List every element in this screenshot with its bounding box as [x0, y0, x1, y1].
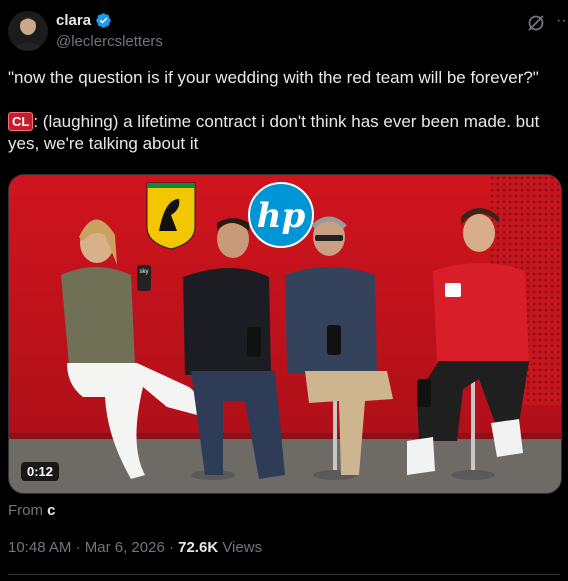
- avatar[interactable]: [8, 11, 48, 51]
- more-options-icon[interactable]: ···: [556, 11, 568, 31]
- tweet-date[interactable]: Mar 6, 2026: [85, 539, 165, 556]
- tweet-answer: : (laughing) a lifetime contract i don't…: [8, 112, 545, 153]
- meta-separator-2: ·: [168, 539, 174, 556]
- source-prefix: From: [8, 502, 43, 519]
- tweet-time[interactable]: 10:48 AM: [8, 539, 71, 556]
- video-frame: hp sky: [9, 175, 561, 493]
- hp-logo-text: hp: [257, 196, 306, 236]
- meta-separator-1: ·: [75, 539, 81, 556]
- author-name[interactable]: clara: [56, 12, 91, 29]
- verified-badge-icon: [96, 13, 111, 28]
- tweet-question: "now the question is if your wedding wit…: [8, 68, 539, 87]
- views-count[interactable]: 72.6K: [178, 539, 218, 556]
- mic-flag-text: sky: [140, 269, 149, 275]
- video-player[interactable]: hp sky 0:12: [8, 174, 562, 494]
- video-duration: 0:12: [21, 462, 60, 481]
- divider: [8, 574, 560, 575]
- tweet-text: "now the question is if your wedding wit…: [8, 67, 560, 155]
- author-handle[interactable]: @leclercsletters: [56, 33, 163, 50]
- author-name-row[interactable]: clara: [56, 12, 112, 29]
- views-label: Views: [222, 539, 263, 556]
- source-name[interactable]: c: [47, 502, 55, 519]
- tweet-meta: 10:48 AM · Mar 6, 2026 · 72.6K Views: [8, 539, 262, 556]
- cl-badge: CL: [8, 112, 34, 131]
- grok-icon[interactable]: [526, 13, 546, 33]
- source-attribution: From c: [8, 502, 56, 519]
